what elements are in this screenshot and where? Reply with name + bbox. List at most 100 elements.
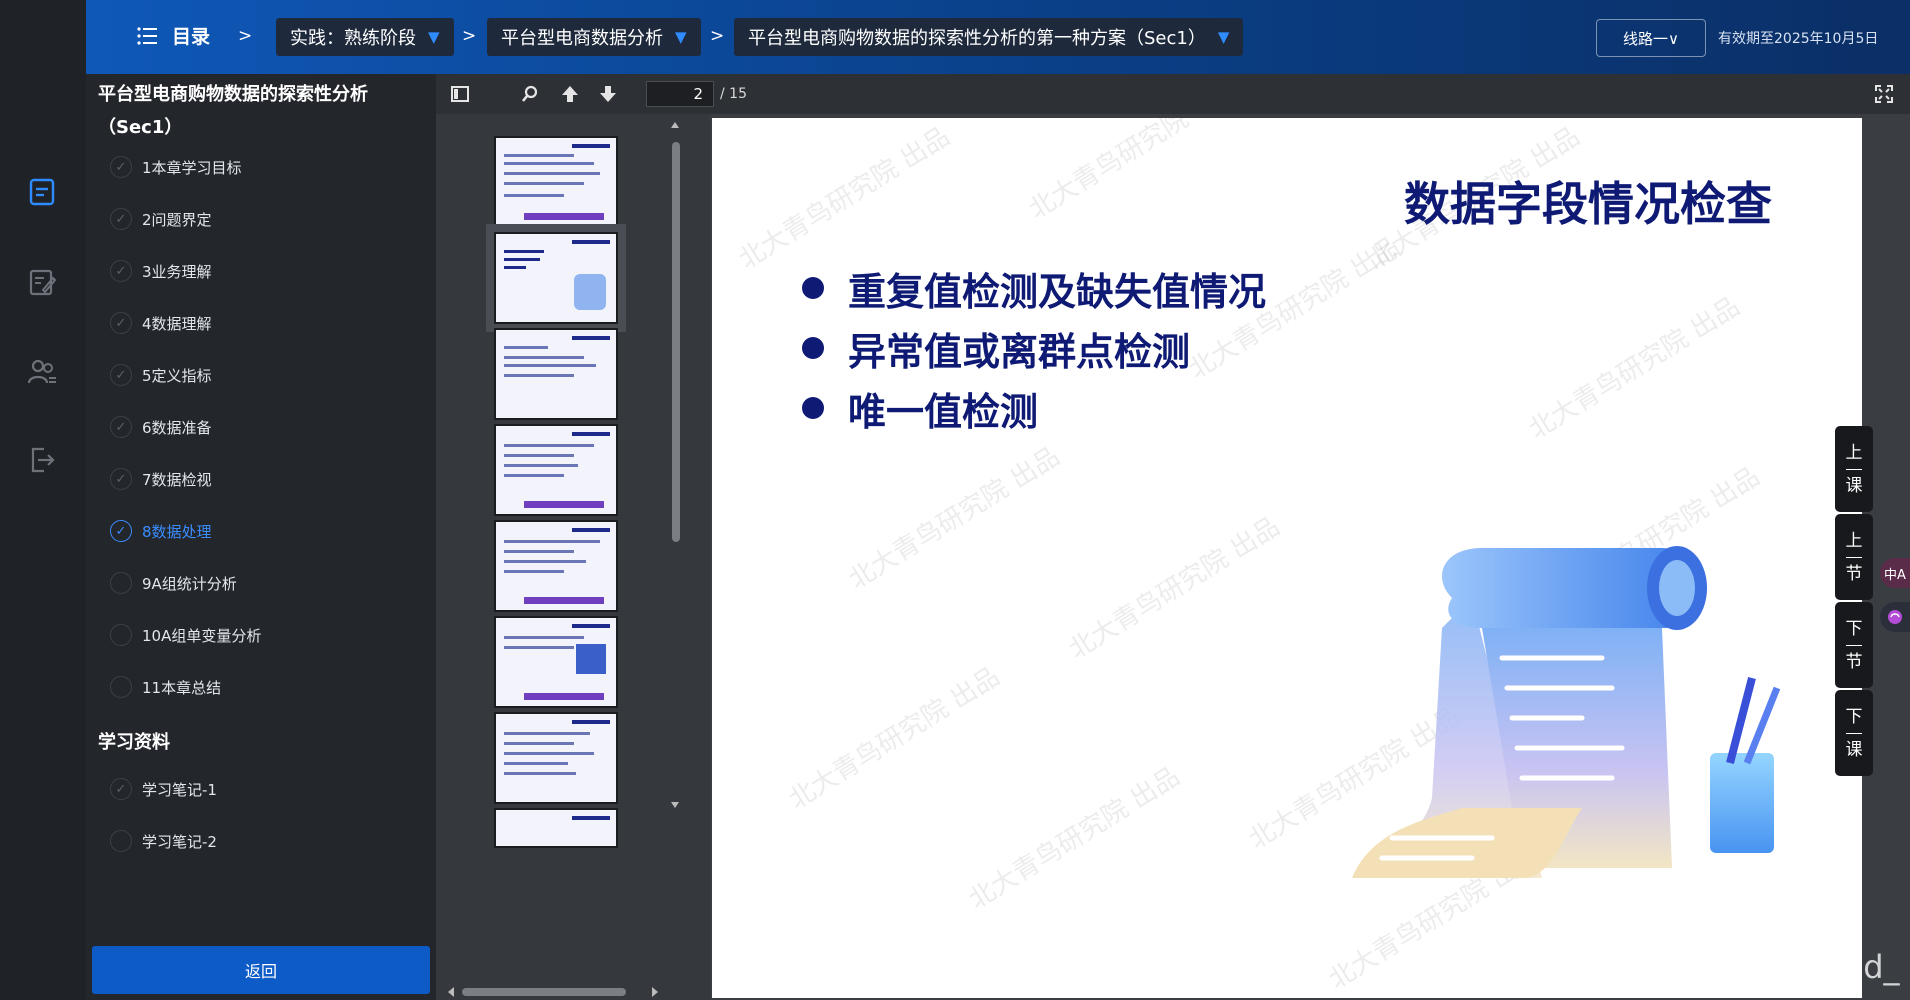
thumbnail-vertical-scrollbar[interactable] [670,120,680,1000]
next-page-icon[interactable] [596,82,620,106]
scroll-right-icon[interactable] [650,986,660,998]
breadcrumb-course-dropdown[interactable]: 平台型电商数据分析 ▼ [487,18,701,56]
chapter-item[interactable]: ✓ 6数据准备 [110,416,212,438]
material-item[interactable]: ✓ 学习笔记-1 [110,778,217,800]
watermark: 北大青鸟研究院 出品 [783,661,1006,816]
scroll-up-icon[interactable] [670,120,680,130]
chapter-item[interactable]: ✓ 2问题界定 [110,208,212,230]
chapter-sidebar: 平台型电商购物数据的探索性分析（Sec1） ✓ 1本章学习目标 ✓ 2问题界定 ✓ 3… [86,74,436,1000]
chapter-item[interactable]: ✓ 3业务理解 [110,260,212,282]
previous-page-icon[interactable] [558,82,582,106]
previous-lesson-button[interactable]: 上课 [1835,426,1873,512]
bullet-dot-icon [802,337,824,359]
previous-section-bottom: 节 [1845,563,1863,584]
chapter-item-label: 3业务理解 [142,262,212,281]
chapter-item-label: 8数据处理 [142,522,212,541]
previous-section-top: 上 [1845,530,1863,551]
fullscreen-icon[interactable] [1874,84,1894,108]
material-item[interactable]: 学习笔记-2 [110,830,217,852]
icon-rail [0,0,86,1000]
chapter-item[interactable]: ✓ 5定义指标 [110,364,212,386]
ai-assistant-icon[interactable] [1880,602,1910,632]
status-circle-icon [110,676,132,698]
route-select-button[interactable]: 线路一∨ [1596,19,1706,57]
courseware-icon[interactable] [22,172,62,212]
previous-lesson-bottom: 课 [1845,475,1863,496]
validity-text: 有效期至2025年10月5日 [1718,31,1879,47]
status-circle-icon [110,624,132,646]
check-icon: ✓ [110,260,132,282]
sidebar-toggle-icon[interactable] [448,82,472,106]
slide-bullet: 重复值检测及缺失值情况 [802,258,1266,318]
page-thumbnail[interactable] [494,136,618,228]
page-thumbnail[interactable] [494,616,618,708]
scrollbar-thumb[interactable] [672,142,680,542]
scroll-left-icon[interactable] [446,986,456,998]
next-section-bottom: 节 [1845,651,1863,672]
watermark: 北大青鸟研究院 出品 [1023,118,1246,226]
caret-down-icon: ▼ [1217,28,1230,46]
breadcrumb-stage-label: 实践：熟练阶段 [290,28,416,49]
breadcrumb-course-label: 平台型电商数据分析 [501,28,663,49]
slide-bullet-text: 重复值检测及缺失值情况 [848,269,1267,314]
chapter-item[interactable]: 10A组单变量分析 [110,624,261,646]
previous-section-button[interactable]: 上节 [1835,514,1873,600]
next-section-top: 下 [1845,618,1863,639]
scroll-down-icon[interactable] [670,800,680,810]
users-icon[interactable] [22,352,62,392]
breadcrumb-separator: > [710,26,725,46]
previous-lesson-top: 上 [1845,442,1863,463]
check-icon: ✓ [110,208,132,230]
material-item-label: 学习笔记-2 [142,832,217,851]
material-item-label: 学习笔记-1 [142,780,217,799]
notes-icon[interactable] [22,262,62,302]
page-number-input[interactable]: 2 [646,81,714,107]
page-thumbnail-selected[interactable] [486,224,626,332]
next-lesson-top: 下 [1845,706,1863,727]
breadcrumb-lesson-dropdown[interactable]: 平台型电商购物数据的探索性分析的第一种方案（Sec1） ▼ [734,18,1244,56]
slide-bullet: 异常值或离群点检测 [802,318,1266,378]
page-total: / 15 [720,86,747,102]
watermark: 北大青鸟研究院 出品 [843,441,1066,596]
chapter-item-label: 10A组单变量分析 [142,626,262,645]
materials-section-title: 学习资料 [98,732,170,753]
search-icon[interactable] [518,82,542,106]
thumbnail-panel [436,114,710,1000]
chapter-item[interactable]: 9A组统计分析 [110,572,237,594]
next-lesson-bottom: 课 [1845,739,1863,760]
top-bar: 目录 > 实践：熟练阶段 ▼ > 平台型电商数据分析 ▼ > 平台型电商购物数据… [86,0,1910,74]
page-thumbnail[interactable] [494,808,618,848]
page-thumbnail[interactable] [494,712,618,804]
caret-down-icon: ▼ [428,28,440,46]
bullet-dot-icon [802,277,824,299]
watermark: 北大青鸟研究院 出品 [1063,511,1286,666]
check-icon: ✓ [110,778,132,800]
next-section-button[interactable]: 下节 [1835,602,1873,688]
page-thumbnail[interactable] [494,424,618,516]
chapter-item-label: 4数据理解 [142,314,212,333]
status-circle-icon [110,830,132,852]
chapter-item[interactable]: ✓ 4数据理解 [110,312,212,334]
catalog-button[interactable]: 目录 [136,22,210,49]
thumbnail-horizontal-scrollbar[interactable] [446,986,662,998]
chapter-item[interactable]: 11本章总结 [110,676,221,698]
next-lesson-button[interactable]: 下课 [1835,690,1873,776]
list-icon [137,26,157,45]
chapter-item-label: 1本章学习目标 [142,158,242,177]
page-thumbnail[interactable] [494,520,618,612]
chapter-item-active[interactable]: ✓ 8数据处理 [110,520,212,542]
scrollbar-thumb[interactable] [462,988,626,996]
breadcrumb-stage-dropdown[interactable]: 实践：熟练阶段 ▼ [276,18,454,56]
chapter-item-label: 2问题界定 [142,210,212,229]
chapter-item-label: 11本章总结 [142,678,222,697]
translate-icon[interactable]: 中A [1880,558,1910,588]
chapter-item[interactable]: ✓ 7数据检视 [110,468,212,490]
back-button[interactable]: 返回 [92,946,430,994]
watermark: 北大青鸟研究院 出品 [1523,291,1746,446]
exit-icon[interactable] [22,440,62,480]
chapter-item[interactable]: ✓ 1本章学习目标 [110,156,242,178]
page-thumbnail[interactable] [494,328,618,420]
check-icon: ✓ [110,468,132,490]
breadcrumb-separator: > [238,26,253,46]
pdf-viewer: 2 / 15 北大青鸟研究院 出品 北大青鸟研究院 出品 北大青鸟研究院 出品 … [436,74,1910,1000]
